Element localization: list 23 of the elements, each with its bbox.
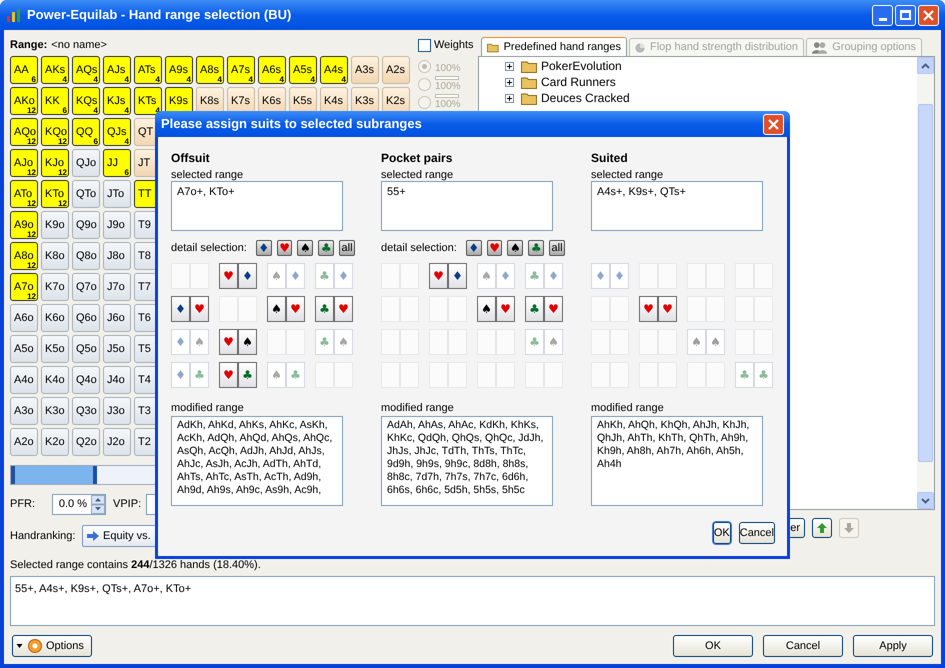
summary-text: Selected range contains 244/1326 hands (18.40%). [10,558,262,572]
weight-label: 100% [435,81,461,92]
range-label: Range: [10,38,48,53]
field-label: selected range [171,168,244,181]
handranking-label: Handranking: [10,528,76,544]
field-label: modified range [381,401,455,414]
field-label: selected range [591,168,664,181]
detail-selection-label: detail selection: [381,240,457,256]
section-heading: Pocket pairs [381,150,454,165]
dialog-title: Please assign suits to selected subranges [161,115,422,134]
range-name: <no name> [51,38,107,53]
weight-label: 100% [435,63,461,74]
pfr-label: PFR: [10,496,36,512]
section-heading: Offsuit [171,150,211,165]
vpip-label: VPIP: [113,496,142,512]
detail-selection-label: detail selection: [171,240,247,256]
section-heading: Suited [591,150,629,165]
field-label: modified range [171,401,245,414]
window-title: Power-Equilab - Hand range selection (BU) [27,6,292,24]
weight-label: 100% [435,99,461,110]
field-label: selected range [381,168,454,181]
weights-label: Weights [434,38,474,53]
field-label: modified range [591,401,665,414]
